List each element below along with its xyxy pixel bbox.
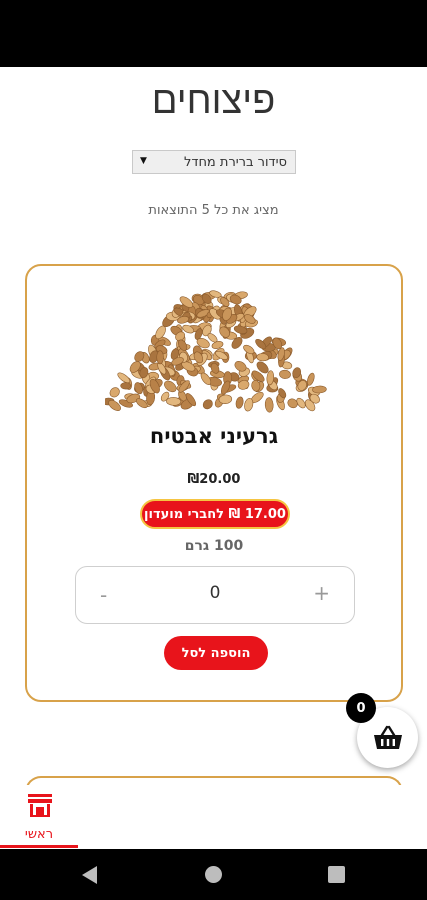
triangle-down-icon: ▼ [140,156,147,166]
product-weight: 100 גרם [184,538,244,554]
seed-pile [105,290,327,413]
product-image[interactable] [105,284,327,418]
sort-selected-label: סידור ברירת מחדל [183,154,287,170]
quantity-stepper: - 0 + [75,566,355,624]
back-icon[interactable] [80,865,98,885]
increase-quantity-button[interactable]: + [313,581,330,605]
status-bar [0,0,427,67]
results-count: מציג את כל 5 התוצאות [148,203,279,218]
shopping-basket-icon [373,725,402,749]
cart-count-badge: 0 [346,693,376,723]
system-nav-bar [0,849,427,900]
home-icon[interactable] [205,866,222,883]
bottom-nav: ראשי [0,785,427,849]
product-name[interactable]: גרעיני אבטיח [27,424,401,448]
add-to-cart-button[interactable]: הוספה לסל [164,636,268,670]
nav-home-label: ראשי [24,827,54,842]
store-icon [28,794,52,817]
club-price-badge: 17.00 ₪ לחברי מועדון [140,499,290,529]
sort-select[interactable]: סידור ברירת מחדל ▼ [132,150,296,174]
page-title: פיצוחים [151,78,276,122]
nav-active-indicator [0,845,78,848]
nav-home[interactable]: ראשי [0,785,78,849]
recent-apps-icon[interactable] [328,866,345,883]
product-card: גרעיני אבטיח ₪20.00 17.00 ₪ לחברי מועדון… [25,264,403,702]
product-price: ₪20.00 [187,472,241,487]
